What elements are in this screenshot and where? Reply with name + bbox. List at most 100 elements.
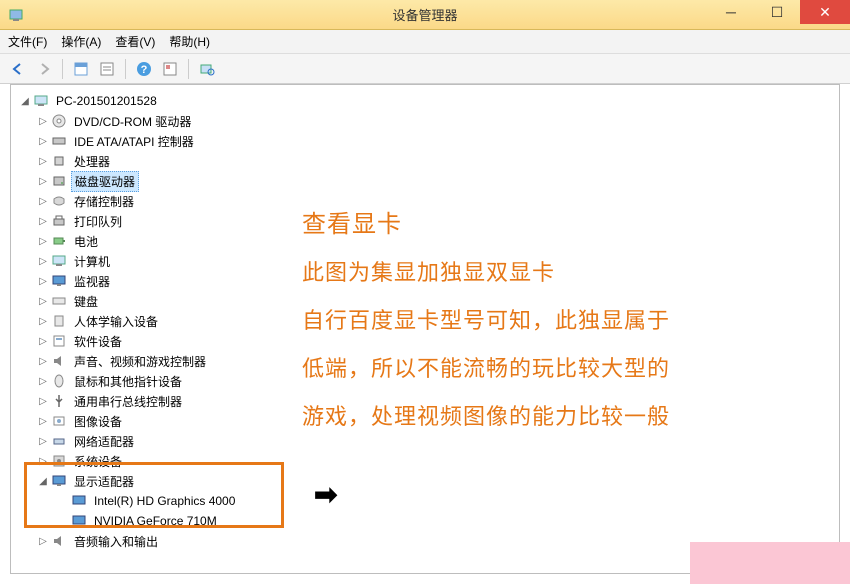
tree-label: 软件设备 — [71, 332, 125, 351]
tree-label: 网络适配器 — [71, 432, 137, 451]
computer-icon — [33, 93, 49, 109]
tree-root-label: PC-201501201528 — [53, 93, 160, 109]
watermark-block — [690, 542, 850, 584]
expand-icon[interactable]: ▷ — [37, 296, 49, 307]
menu-help[interactable]: 帮助(H) — [169, 33, 210, 50]
tree-label: 人体学输入设备 — [71, 312, 161, 331]
usb-icon — [51, 393, 67, 409]
mouse-icon — [51, 373, 67, 389]
collapse-icon[interactable]: ◢ — [37, 476, 49, 487]
network-icon — [51, 433, 67, 449]
help-button[interactable]: ? — [132, 57, 156, 81]
tree-root[interactable]: ◢ PC-201501201528 — [15, 91, 839, 111]
hid-icon — [51, 313, 67, 329]
expand-icon[interactable]: ▷ — [37, 196, 49, 207]
ide-icon — [51, 133, 67, 149]
tree-label: IDE ATA/ATAPI 控制器 — [71, 132, 197, 151]
display-icon — [51, 473, 67, 489]
tree-item[interactable]: ▷ 打印队列 — [15, 211, 839, 231]
tree-label: 音频输入和输出 — [71, 532, 161, 551]
svg-text:?: ? — [141, 64, 148, 76]
tree-label: 键盘 — [71, 292, 101, 311]
annotation-line: 低端，所以不能流畅的玩比较大型的 — [302, 348, 670, 390]
tree-item[interactable]: ▷ 系统设备 — [15, 451, 839, 471]
battery-icon — [51, 233, 67, 249]
expand-icon[interactable]: ▷ — [37, 436, 49, 447]
tree-item-display-adapter[interactable]: ◢ 显示适配器 — [15, 471, 839, 491]
expand-icon[interactable]: ▷ — [37, 116, 49, 127]
menu-action[interactable]: 操作(A) — [61, 33, 101, 50]
tree-label: 打印队列 — [71, 212, 125, 231]
expand-icon[interactable]: ▷ — [37, 416, 49, 427]
maximize-button[interactable]: ☐ — [754, 0, 800, 24]
tree-item[interactable]: ▷ 电池 — [15, 231, 839, 251]
audio-icon — [51, 533, 67, 549]
expand-icon[interactable]: ▷ — [37, 356, 49, 367]
cpu-icon — [51, 153, 67, 169]
tree-label: 鼠标和其他指针设备 — [71, 372, 185, 391]
tree-label: 处理器 — [71, 152, 113, 171]
tree-label: 通用串行总线控制器 — [71, 392, 185, 411]
expand-icon[interactable]: ▷ — [37, 276, 49, 287]
sound-icon — [51, 353, 67, 369]
tree-label: 监视器 — [71, 272, 113, 291]
tree-label: 声音、视频和游戏控制器 — [71, 352, 209, 371]
tree-item[interactable]: ▷存储控制器 — [15, 191, 839, 211]
image-icon — [51, 413, 67, 429]
annotation-line: 游戏，处理视频图像的能力比较一般 — [302, 396, 670, 438]
tree-label: 磁盘驱动器 — [71, 171, 139, 192]
forward-button[interactable] — [32, 57, 56, 81]
monitor-icon — [51, 273, 67, 289]
window-title: 设备管理器 — [392, 5, 457, 24]
scan-button[interactable] — [195, 57, 219, 81]
menu-view[interactable]: 查看(V) — [115, 33, 155, 50]
tree-item-gpu[interactable]: Intel(R) HD Graphics 4000 — [15, 491, 839, 511]
refresh-button[interactable] — [158, 57, 182, 81]
disk-icon — [51, 173, 67, 189]
system-icon — [51, 453, 67, 469]
menu-file[interactable]: 文件(F) — [8, 33, 47, 50]
tree-item-gpu[interactable]: NVIDIA GeForce 710M — [15, 511, 839, 531]
toolbar: ? — [0, 54, 850, 84]
back-button[interactable] — [6, 57, 30, 81]
tree-label: 计算机 — [71, 252, 113, 271]
menubar: 文件(F) 操作(A) 查看(V) 帮助(H) — [0, 30, 850, 54]
toolbar-separator — [188, 59, 189, 79]
annotation-arrow: ➡ — [314, 478, 337, 511]
expand-icon[interactable]: ▷ — [37, 236, 49, 247]
collapse-icon[interactable]: ◢ — [19, 96, 31, 107]
expand-icon[interactable]: ▷ — [37, 136, 49, 147]
tree-label: 图像设备 — [71, 412, 125, 431]
disc-icon — [51, 113, 67, 129]
gpu-icon — [71, 513, 87, 529]
props-button[interactable] — [69, 57, 93, 81]
expand-icon[interactable]: ▷ — [37, 256, 49, 267]
list-button[interactable] — [95, 57, 119, 81]
tree-label: 电池 — [71, 232, 101, 251]
tree-label: 系统设备 — [71, 452, 125, 471]
gpu-icon — [71, 493, 87, 509]
tree-item[interactable]: ▷ IDE ATA/ATAPI 控制器 — [15, 131, 839, 151]
software-icon — [51, 333, 67, 349]
expand-icon[interactable]: ▷ — [37, 376, 49, 387]
toolbar-separator — [62, 59, 63, 79]
tree-item[interactable]: ▷ 处理器 — [15, 151, 839, 171]
expand-icon[interactable]: ▷ — [37, 456, 49, 467]
annotation-line: 自行百度显卡型号可知，此独显属于 — [302, 300, 670, 342]
app-icon — [8, 7, 24, 23]
tree-item[interactable]: ▷ 磁盘驱动器 — [15, 171, 839, 191]
computer-icon — [51, 253, 67, 269]
expand-icon[interactable]: ▷ — [37, 536, 49, 547]
expand-icon[interactable]: ▷ — [37, 336, 49, 347]
window-buttons: ─ ☐ ✕ — [708, 0, 850, 24]
expand-icon[interactable]: ▷ — [37, 396, 49, 407]
expand-icon[interactable]: ▷ — [37, 176, 49, 187]
tree-label: Intel(R) HD Graphics 4000 — [91, 493, 238, 509]
expand-icon[interactable]: ▷ — [37, 156, 49, 167]
expand-icon[interactable]: ▷ — [37, 316, 49, 327]
expand-icon[interactable]: ▷ — [37, 216, 49, 227]
tree-label: 显示适配器 — [71, 472, 137, 491]
close-button[interactable]: ✕ — [800, 0, 850, 24]
tree-item[interactable]: ▷DVD/CD-ROM 驱动器 — [15, 111, 839, 131]
minimize-button[interactable]: ─ — [708, 0, 754, 24]
